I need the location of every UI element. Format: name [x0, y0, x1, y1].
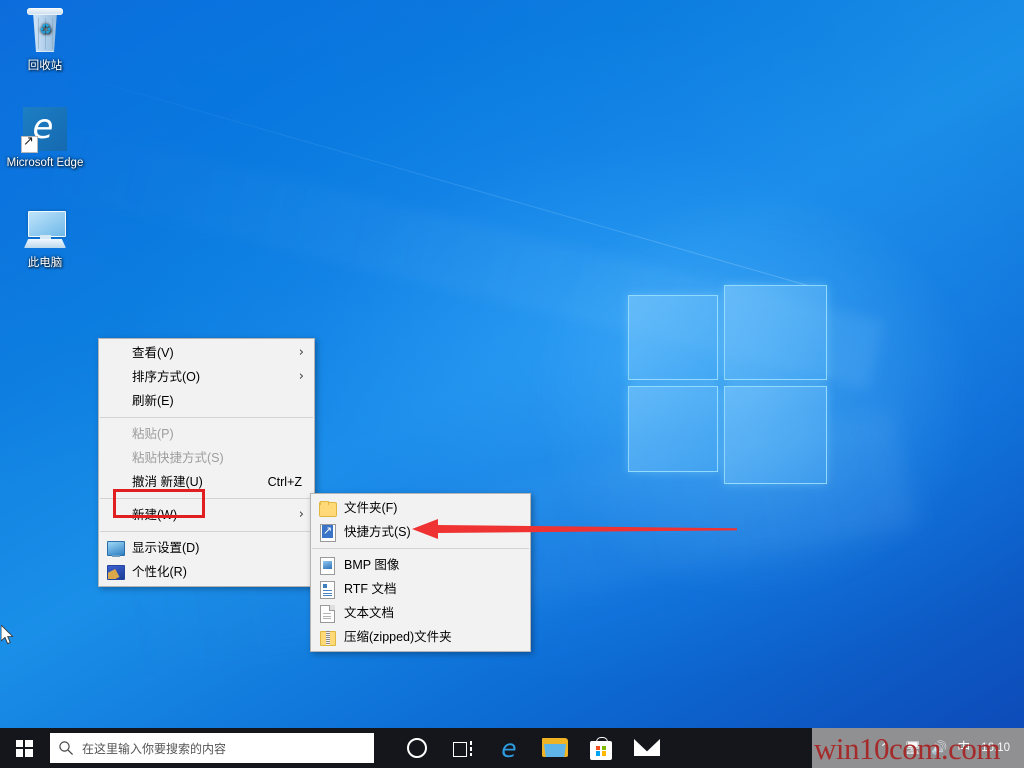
menu-item-label: 快捷方式(S) [344, 525, 411, 539]
windows-logo-wallpaper [628, 285, 828, 484]
menu-item-label: 文件夹(F) [344, 501, 398, 515]
context-menu-item-sort-by[interactable]: 排序方式(O) › [99, 365, 314, 389]
desktop-icon-label: Microsoft Edge [6, 157, 84, 169]
mail-button[interactable] [624, 728, 670, 768]
context-menu-item-new[interactable]: 新建(W) › [99, 503, 314, 527]
menu-item-label: 新建(W) [132, 508, 178, 522]
menu-item-label: 粘贴快捷方式(S) [132, 451, 224, 465]
menu-item-label: RTF 文档 [344, 582, 397, 596]
watermark-text: win10com.com [814, 731, 1001, 766]
mouse-cursor [1, 625, 14, 645]
menu-separator [312, 548, 529, 549]
menu-item-label: 排序方式(O) [132, 370, 201, 384]
menu-item-label: 查看(V) [132, 346, 174, 360]
site-watermark: win10com.com [812, 728, 1024, 768]
context-menu-item-refresh[interactable]: 刷新(E) [99, 389, 314, 413]
bmp-image-icon [319, 557, 335, 575]
desktop-icon-recycle-bin[interactable]: ♻ 回收站 [6, 8, 84, 73]
file-explorer-icon [542, 738, 568, 758]
shortcut-icon: ↗ [319, 524, 336, 542]
this-pc-icon [21, 205, 69, 253]
menu-separator [100, 498, 313, 499]
context-menu-item-undo-new[interactable]: 撤消 新建(U) Ctrl+Z [99, 470, 314, 494]
recycle-bin-icon: ♻ [21, 8, 69, 56]
menu-item-label: 粘贴(P) [132, 427, 174, 441]
menu-item-label: 个性化(R) [132, 565, 187, 579]
zipped-folder-icon [319, 629, 336, 646]
submenu-item-folder[interactable]: 文件夹(F) [311, 496, 530, 520]
menu-item-shortcut: Ctrl+Z [267, 475, 302, 489]
taskbar-buttons: e [394, 728, 670, 768]
task-view-icon [453, 740, 473, 757]
display-settings-icon [107, 540, 125, 557]
desktop-icon-label: 回收站 [27, 60, 63, 72]
logo-pane [628, 386, 718, 472]
personalize-icon [107, 564, 125, 580]
logo-pane [724, 386, 827, 484]
submenu-item-text-document[interactable]: 文本文档 [311, 601, 530, 625]
submenu-item-bmp-image[interactable]: BMP 图像 [311, 553, 530, 577]
menu-item-label: 撤消 新建(U) [132, 475, 203, 489]
chevron-right-icon: › [298, 507, 304, 522]
folder-icon [319, 500, 337, 517]
desktop-context-menu[interactable]: 查看(V) › 排序方式(O) › 刷新(E) 粘贴(P) 粘贴快捷方式(S) … [98, 338, 315, 587]
windows-start-icon [15, 739, 33, 757]
microsoft-store-icon [590, 736, 612, 760]
file-explorer-button[interactable] [532, 728, 578, 768]
red-arrow-annotation [412, 519, 737, 539]
microsoft-store-button[interactable] [578, 728, 624, 768]
context-menu-item-paste-shortcut: 粘贴快捷方式(S) [99, 446, 314, 470]
cortana-button[interactable] [394, 728, 440, 768]
mail-icon [634, 739, 660, 757]
context-menu-item-view[interactable]: 查看(V) › [99, 341, 314, 365]
desktop-icon-microsoft-edge[interactable]: e Microsoft Edge [6, 105, 84, 170]
submenu-item-rtf-document[interactable]: RTF 文档 [311, 577, 530, 601]
rtf-document-icon [319, 581, 335, 599]
logo-pane [724, 285, 827, 380]
menu-item-label: 刷新(E) [132, 394, 174, 408]
menu-separator [100, 417, 313, 418]
search-input[interactable]: 在这里输入你要搜索的内容 [50, 733, 374, 763]
submenu-item-zipped-folder[interactable]: 压缩(zipped)文件夹 [311, 625, 530, 649]
logo-pane [628, 295, 718, 380]
desktop-icon-this-pc[interactable]: 此电脑 [6, 205, 84, 270]
text-document-icon [319, 605, 335, 623]
context-menu-item-personalize[interactable]: 个性化(R) [99, 560, 314, 584]
search-placeholder: 在这里输入你要搜索的内容 [82, 741, 227, 756]
microsoft-edge-icon: e [21, 105, 69, 153]
start-button[interactable] [0, 728, 48, 768]
edge-taskbar-button[interactable]: e [486, 728, 532, 768]
chevron-right-icon: › [298, 345, 304, 360]
menu-item-label: 显示设置(D) [132, 541, 200, 555]
menu-item-label: 压缩(zipped)文件夹 [344, 630, 452, 644]
new-submenu[interactable]: 文件夹(F) ↗ 快捷方式(S) BMP 图像 RTF 文档 文本文档 压缩(z… [310, 493, 531, 652]
desktop-screen: ♻ 回收站 e Microsoft Edge 此电脑 查看(V) › 排序方式(… [0, 0, 1024, 768]
menu-item-label: 文本文档 [344, 606, 395, 620]
search-icon [58, 740, 74, 756]
task-view-button[interactable] [440, 728, 486, 768]
cortana-icon [407, 738, 427, 758]
menu-separator [100, 531, 313, 532]
shortcut-overlay-icon [21, 134, 38, 153]
chevron-right-icon: › [298, 369, 304, 384]
context-menu-item-display-settings[interactable]: 显示设置(D) [99, 536, 314, 560]
context-menu-item-paste: 粘贴(P) [99, 422, 314, 446]
menu-item-label: BMP 图像 [344, 558, 400, 572]
microsoft-edge-icon: e [501, 733, 517, 763]
desktop-icon-label: 此电脑 [27, 257, 63, 269]
